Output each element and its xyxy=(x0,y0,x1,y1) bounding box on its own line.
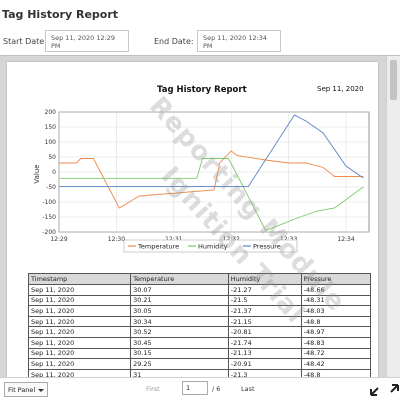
table-cell: 30.07 xyxy=(130,284,229,296)
table-cell: Sep 11, 2020 xyxy=(27,305,132,317)
page-title: Tag History Report xyxy=(2,8,119,21)
table-cell: Sep 11, 2020 xyxy=(27,294,132,307)
table-cell: -20.91 xyxy=(227,358,302,370)
x-tick-label: 12:34 xyxy=(337,236,354,243)
table-cell: Sep 11, 2020 xyxy=(27,326,132,338)
legend-label: Humidity xyxy=(198,243,228,251)
y-tick-label: 0 xyxy=(52,169,56,176)
resize-icon[interactable] xyxy=(386,383,400,397)
start-date-label: Start Date: xyxy=(3,37,47,46)
app-window: Tag History Report Start Date: Sep 11, 2… xyxy=(0,0,400,400)
x-tick-label: 12:30 xyxy=(108,236,125,243)
table-body: Sep 11, 2020 30.07 -21.27 -48.66 Sep 11, 202… xyxy=(27,284,372,377)
table-cell: 30.15 xyxy=(130,347,229,360)
viewer-toolbar: Fit Panel First 1 / 6 Last xyxy=(0,377,400,400)
legend-label: Pressure xyxy=(253,243,281,251)
legend-label: Temperature xyxy=(137,243,179,251)
page-total: / 6 xyxy=(212,385,221,393)
x-tick-label: 12:29 xyxy=(50,236,67,243)
last-page-button[interactable]: Last xyxy=(241,385,255,393)
vertical-scrollbar[interactable] xyxy=(386,56,400,377)
table-cell: -48.42 xyxy=(300,358,372,370)
table-cell: 30.05 xyxy=(130,305,229,317)
table-header-row: Timestamp Temperature Humidity Pressure xyxy=(27,273,372,285)
start-date-input[interactable]: Sep 11, 2020 12:29 PM xyxy=(45,30,129,52)
table-cell: 30.34 xyxy=(130,315,229,328)
table-cell: -48.8 xyxy=(300,368,372,377)
table-cell: -20.81 xyxy=(227,326,302,338)
column-header: Temperature xyxy=(130,273,229,285)
table-cell: -21.37 xyxy=(227,305,302,317)
table-row: Sep 11, 2020 30.34 -21.15 -48.8 xyxy=(27,315,372,328)
table-cell: 30.52 xyxy=(130,326,229,338)
end-date-input[interactable]: Sep 11, 2020 12:34 PM xyxy=(197,30,281,52)
report-page: Tag History Report Sep 11, 2020 200 150 10… xyxy=(7,62,378,377)
table-cell: Sep 11, 2020 xyxy=(27,315,132,328)
y-tick-label: -200 xyxy=(42,229,56,236)
fullscreen-icon[interactable] xyxy=(369,383,383,397)
fit-mode-dropdown[interactable]: Fit Panel xyxy=(4,382,48,397)
table-cell: -48.97 xyxy=(300,326,372,338)
y-axis-ticks: 200 150 100 50 0 -50 -100 -150 -200 xyxy=(42,109,56,236)
table-cell: Sep 11, 2020 xyxy=(27,358,132,370)
y-tick-label: -150 xyxy=(42,214,56,221)
table-cell: 31 xyxy=(130,368,229,377)
table-row: Sep 11, 2020 30.15 -21.13 -48.72 xyxy=(27,347,372,360)
tag-history-chart: 200 150 100 50 0 -50 -100 -150 -200 12:29 12:30 12… xyxy=(33,109,370,253)
table-row: Sep 11, 2020 30.52 -20.81 -48.97 xyxy=(27,326,372,338)
table-cell: 30.45 xyxy=(130,336,229,349)
table-cell: Sep 11, 2020 xyxy=(27,284,132,296)
end-date-label: End Date: xyxy=(154,37,194,46)
column-header: Humidity xyxy=(227,273,302,285)
table-row: Sep 11, 2020 30.21 -21.5 -48.31 xyxy=(27,294,372,307)
first-page-button[interactable]: First xyxy=(146,385,160,393)
table-cell: -48.72 xyxy=(300,347,372,360)
y-tick-label: 100 xyxy=(45,139,57,146)
table-cell: -21.74 xyxy=(227,336,302,349)
page-number-input[interactable]: 1 xyxy=(182,381,208,395)
table-row: Sep 11, 2020 29.25 -20.91 -48.42 xyxy=(27,358,372,370)
column-header: Timestamp xyxy=(27,273,132,285)
y-tick-label: -50 xyxy=(46,184,56,191)
y-tick-label: 150 xyxy=(45,124,57,131)
date-range-row: Start Date: Sep 11, 2020 12:29 PM End Da… xyxy=(0,30,400,52)
table-cell: -48.8 xyxy=(300,315,372,328)
table-cell: Sep 11, 2020 xyxy=(27,336,132,349)
table-cell: -21.27 xyxy=(227,284,302,296)
y-tick-label: -100 xyxy=(42,199,56,206)
chart-legend: Temperature Humidity Pressure xyxy=(123,239,298,253)
table-cell: -48.66 xyxy=(300,284,372,296)
data-table: Timestamp Temperature Humidity Pressure Sep… xyxy=(27,273,372,377)
table-cell: -48.83 xyxy=(300,336,372,349)
y-tick-label: 200 xyxy=(45,109,57,116)
chevron-down-icon xyxy=(38,389,44,392)
y-tick-label: 50 xyxy=(48,154,56,161)
table-cell: -21.5 xyxy=(227,294,302,307)
table-cell: 30.21 xyxy=(130,294,229,307)
table-cell: -21.15 xyxy=(227,315,302,328)
table-row: Sep 11, 2020 31 -21.3 -48.8 xyxy=(27,368,372,377)
chart-grid xyxy=(58,111,370,233)
table-row: Sep 11, 2020 30.05 -21.37 -48.03 xyxy=(27,305,372,317)
y-axis-label: Value xyxy=(33,164,41,183)
table-cell: Sep 11, 2020 xyxy=(27,368,132,377)
table-row: Sep 11, 2020 30.45 -21.74 -48.83 xyxy=(27,336,372,349)
column-header: Pressure xyxy=(300,273,372,285)
report-date: Sep 11, 2020 xyxy=(317,85,364,93)
fit-mode-value: Fit Panel xyxy=(8,386,36,394)
table-row: Sep 11, 2020 30.07 -21.27 -48.66 xyxy=(27,284,372,296)
table-cell: -48.31 xyxy=(300,294,372,307)
table-cell: Sep 11, 2020 xyxy=(27,347,132,360)
table-cell: -21.13 xyxy=(227,347,302,360)
table-cell: -48.03 xyxy=(300,305,372,317)
report-title: Tag History Report xyxy=(157,85,247,95)
report-viewer[interactable]: Tag History Report Sep 11, 2020 200 150 10… xyxy=(0,55,400,377)
table-cell: 29.25 xyxy=(130,358,229,370)
table-cell: -21.3 xyxy=(227,368,302,377)
scrollbar-thumb[interactable] xyxy=(390,60,397,100)
